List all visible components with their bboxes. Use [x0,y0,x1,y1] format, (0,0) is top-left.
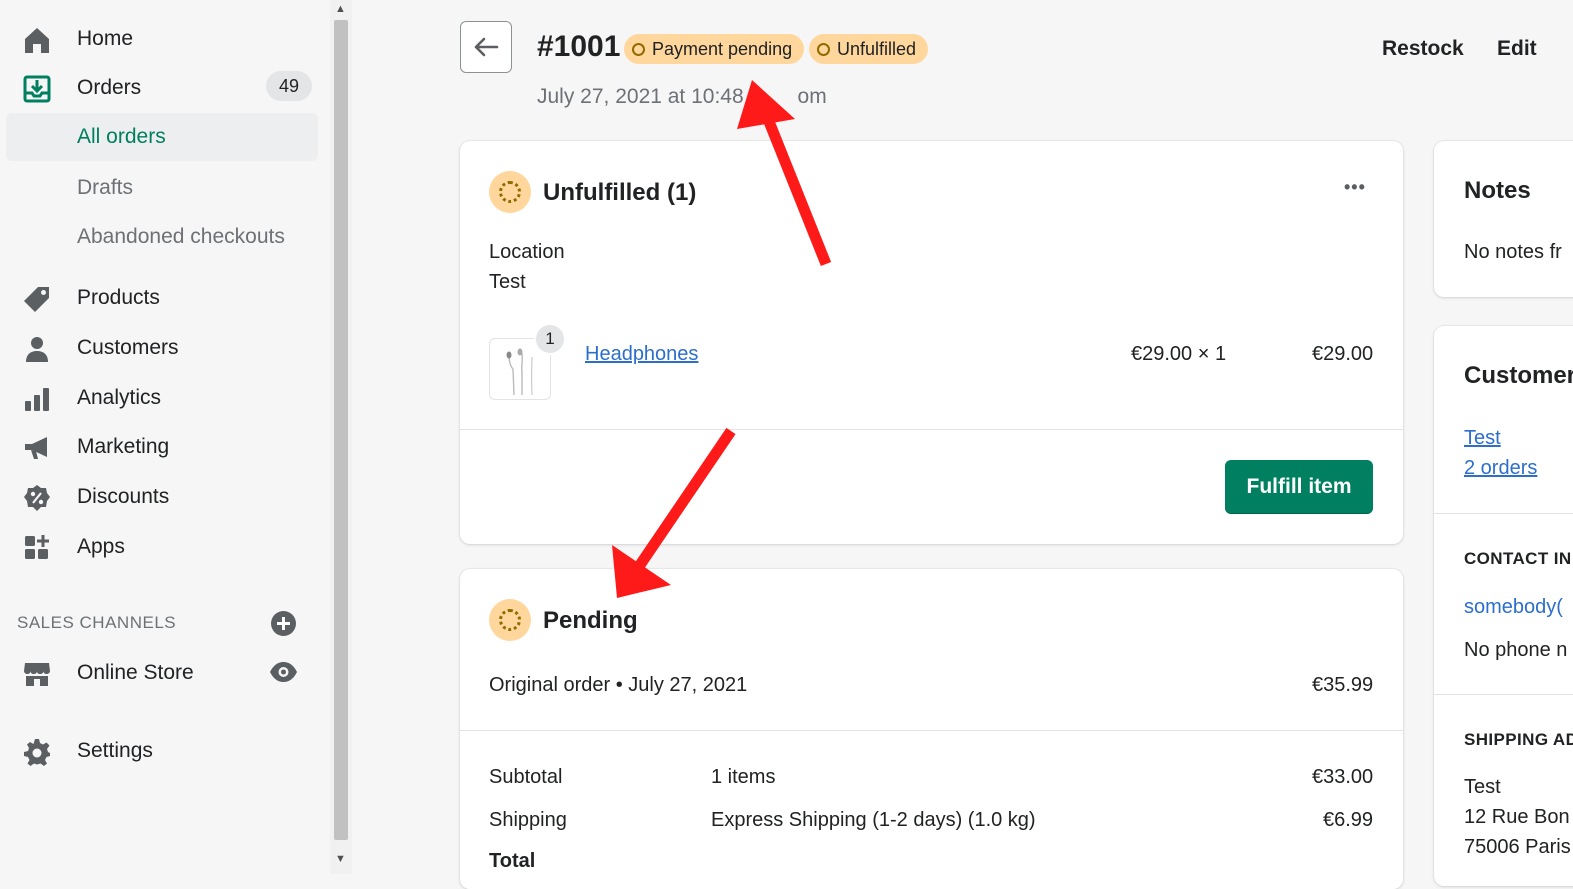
status-dot-icon [632,42,645,56]
card-divider [1434,513,1573,514]
order-number-title: #1001 [537,30,621,63]
eye-icon[interactable] [269,661,298,683]
customer-card: Customer Test 2 orders CONTACT IN somebo… [1434,326,1573,886]
address-line-2: 12 Rue Bon [1464,806,1570,828]
card-divider [1434,694,1573,695]
unfulfilled-card: Unfulfilled (1) ••• Location Test 1 Head… [460,141,1403,544]
fulfillment-status-label: Unfulfilled [837,38,917,59]
nav-customers[interactable]: Customers [0,325,320,371]
item-line-total: €29.00 [1312,343,1374,365]
subtotal-amount: €33.00 [1312,766,1374,788]
nav-customers-label: Customers [77,336,179,359]
edit-button[interactable]: Edit [1497,37,1537,61]
sidebar-scrollbar-thumb[interactable] [334,20,348,840]
nav-products[interactable]: Products [0,275,320,321]
nav-apps[interactable]: Apps [0,524,320,570]
product-link-headphones[interactable]: Headphones [585,343,698,366]
customer-name-link[interactable]: Test [1464,427,1501,450]
original-order-amount: €35.99 [1312,674,1374,696]
order-date-end: om [797,85,827,108]
item-quantity-badge: 1 [534,323,566,355]
contact-phone: No phone n [1464,639,1568,661]
person-icon [26,337,48,362]
payment-status-badge: Payment pending [624,34,805,64]
arrow-left-icon [474,37,499,57]
card-divider [460,730,1403,731]
nav-marketing[interactable]: Marketing [0,424,320,470]
scroll-down-arrow-icon[interactable]: ▼ [335,853,346,865]
nav-settings[interactable]: Settings [0,728,320,774]
restock-button[interactable]: Restock [1382,37,1464,61]
nav-marketing-label: Marketing [77,435,170,458]
subtotal-items: 1 items [711,766,776,788]
notes-title: Notes [1464,177,1531,204]
more-actions-icon[interactable]: ••• [1344,177,1366,198]
nav-analytics[interactable]: Analytics [0,375,320,421]
megaphone-icon [25,437,47,459]
nav-analytics-label: Analytics [77,386,162,409]
contact-email-link[interactable]: somebody( [1464,596,1563,619]
nav-abandoned-checkouts[interactable]: Abandoned checkouts [77,225,285,249]
subtotal-label: Subtotal [489,766,563,788]
nav-all-orders-label: All orders [77,125,166,148]
sidebar: Home Orders 49 All orders Drafts Abandon… [0,0,330,874]
shipping-method: Express Shipping (1-2 days) (1.0 kg) [711,809,1036,831]
contact-info-heading: CONTACT IN [1464,549,1572,568]
pending-card-title: Pending [543,607,638,634]
nav-discounts[interactable]: Discounts [0,474,320,520]
item-unit-price: €29.00 × 1 [1131,343,1227,365]
shipping-address-heading: SHIPPING AD [1464,730,1573,749]
nav-orders-label: Orders [77,76,142,99]
customer-orders-link[interactable]: 2 orders [1464,457,1537,480]
notes-card: Notes No notes fr [1434,141,1573,297]
orders-icon [23,75,51,103]
status-dot-icon [817,42,830,56]
home-icon [25,28,49,53]
card-divider [460,429,1403,430]
sales-channels-heading: SALES CHANNELS [17,613,177,632]
back-button[interactable] [460,21,512,73]
nav-discounts-label: Discounts [77,485,170,508]
nav-online-store-label: Online Store [77,661,194,684]
bar-chart-icon [25,388,49,411]
unfulfilled-status-icon [489,171,531,213]
address-line-3: 75006 Paris [1464,836,1571,858]
fulfill-item-button[interactable]: Fulfill item [1225,460,1373,514]
notes-empty-text: No notes fr [1464,241,1562,263]
customer-title: Customer [1464,362,1573,389]
shipping-amount: €6.99 [1323,809,1374,831]
shipping-label: Shipping [489,809,567,831]
apps-grid-icon [25,535,49,559]
gear-icon [24,739,50,766]
nav-all-orders[interactable]: All orders [6,113,318,161]
address-line-1: Test [1464,776,1501,798]
nav-drafts[interactable]: Drafts [77,176,133,200]
total-label: Total [489,850,536,872]
location-label: Location [489,241,565,263]
nav-settings-label: Settings [77,739,153,762]
order-date-start: July 27, 2021 at 10:48 [537,85,744,108]
scroll-up-arrow-icon[interactable]: ▲ [335,3,346,15]
original-order-label: Original order • July 27, 2021 [489,674,748,696]
tag-icon [24,287,49,312]
nav-apps-label: Apps [77,535,125,558]
fulfillment-status-badge: Unfulfilled [809,34,929,64]
orders-count-badge: 49 [266,71,312,101]
nav-home-label: Home [77,27,134,50]
payment-status-label: Payment pending [652,38,793,59]
order-date: July 27, 2021 at 10:48 om [537,85,827,109]
nav-home[interactable]: Home [0,16,320,62]
unfulfilled-card-title: Unfulfilled (1) [543,179,697,206]
store-icon [24,663,50,686]
add-channel-icon[interactable] [270,610,297,637]
pending-status-icon [489,599,531,641]
location-value: Test [489,271,526,293]
nav-products-label: Products [77,286,160,309]
discount-icon [24,485,50,511]
pending-payment-card: Pending Original order • July 27, 2021 €… [460,569,1403,889]
